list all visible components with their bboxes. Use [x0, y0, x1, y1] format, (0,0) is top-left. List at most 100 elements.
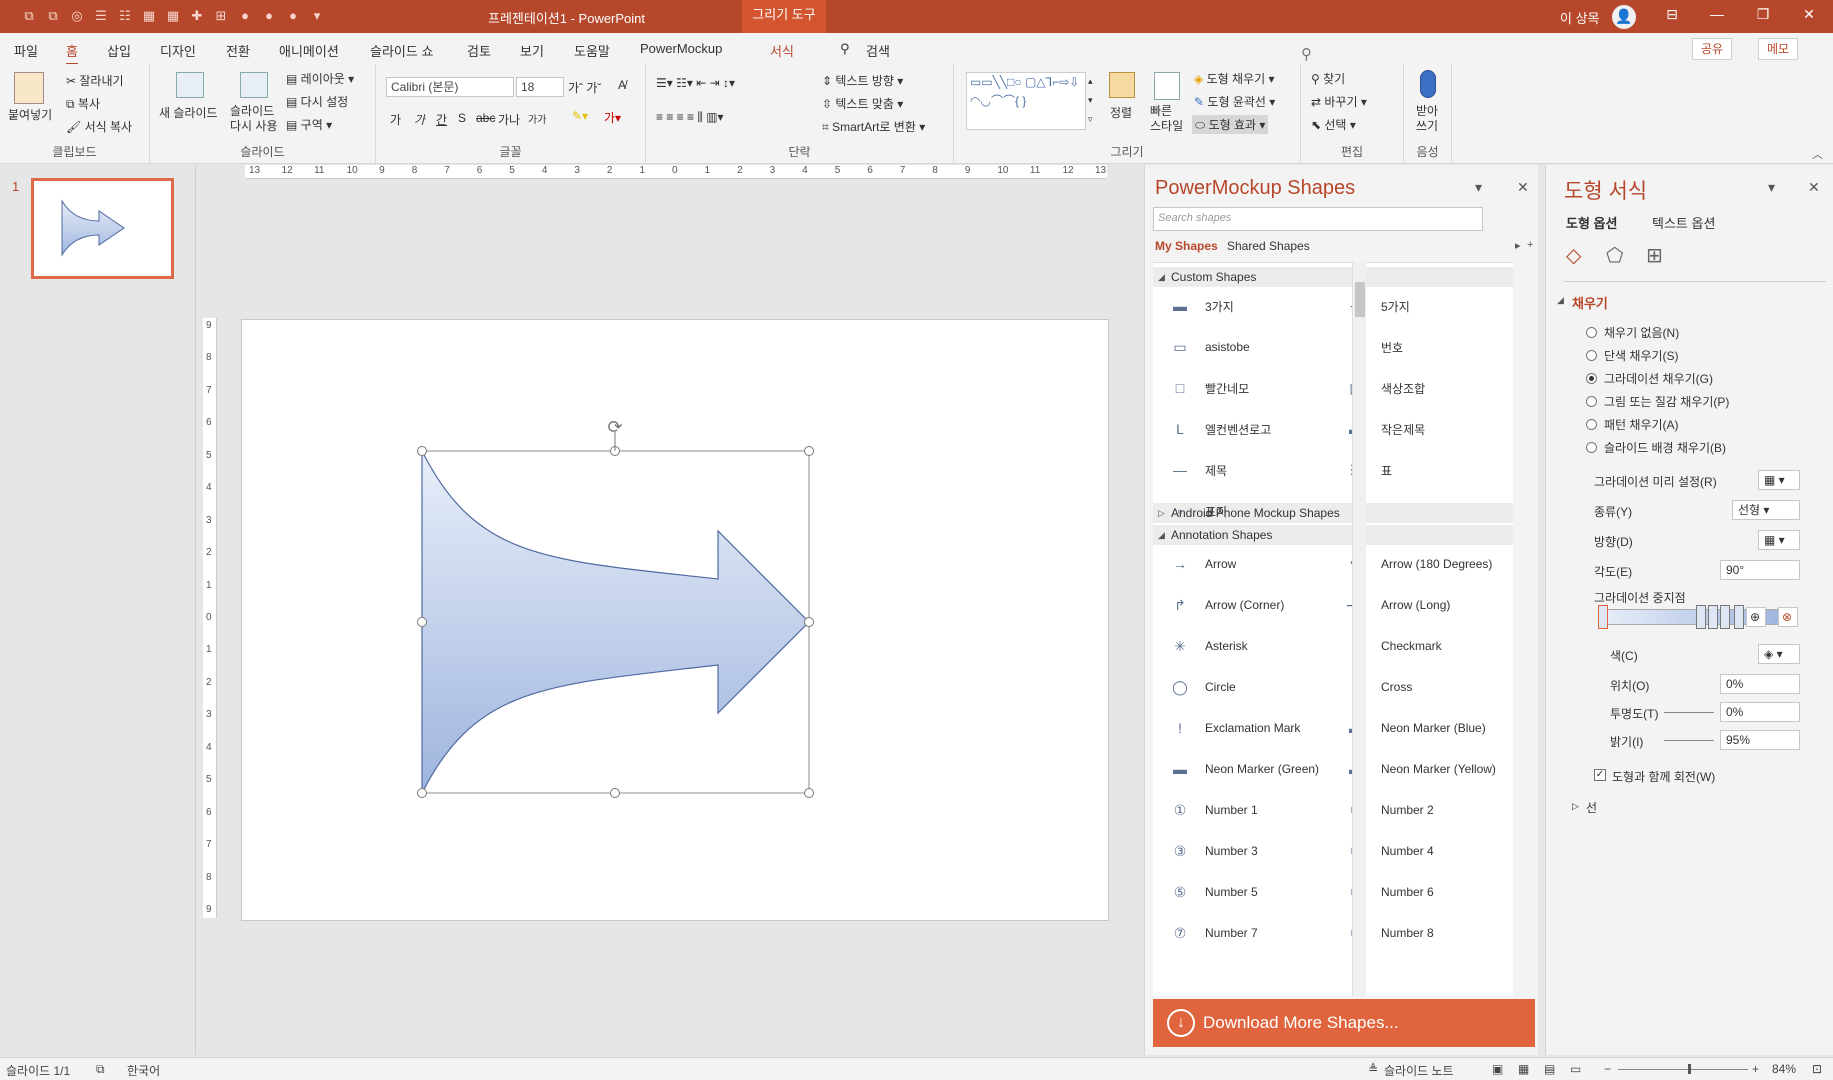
expand-icon[interactable]: ▷ — [1572, 801, 1579, 812]
notes-button[interactable]: 슬라이드 노트 — [1384, 1062, 1454, 1079]
layout-button[interactable]: ▤ 레이아웃 ▾ — [286, 70, 354, 87]
avatar[interactable]: 👤 — [1612, 5, 1636, 29]
gradient-stop[interactable] — [1708, 605, 1718, 629]
fill-option-radio[interactable]: 단색 채우기(S) — [1586, 346, 1679, 364]
customize-icon[interactable]: ▾ — [308, 8, 326, 24]
search-icon[interactable]: ⚲ — [1301, 45, 1312, 63]
minimize-icon[interactable]: — — [1697, 6, 1737, 22]
strike-button[interactable]: abc — [476, 111, 495, 125]
fill-line-icon[interactable]: ◇ — [1566, 243, 1581, 268]
align-icons[interactable]: ≡ ≡ ≡ ≡ ⫼ ▥▾ — [656, 110, 724, 125]
notes-icon[interactable]: ≜ — [1368, 1062, 1378, 1076]
effects-icon[interactable]: ⬠ — [1606, 243, 1623, 268]
shape-item[interactable]: ① Number 1 — [1163, 795, 1258, 825]
combine-icon[interactable]: ● — [284, 8, 302, 24]
position-input[interactable]: 0% — [1720, 674, 1800, 694]
tab-slideshow[interactable]: 슬라이드 쇼 — [370, 41, 433, 60]
slide-sorter-icon[interactable]: ▦ — [1518, 1062, 1529, 1076]
zoom-slider-thumb[interactable] — [1688, 1064, 1691, 1074]
copy-button[interactable]: ⧉ 복사 — [66, 95, 100, 112]
replace-button[interactable]: ⇄ 바꾸기 ▾ — [1311, 93, 1367, 110]
angle-input[interactable]: 90° — [1720, 560, 1800, 580]
slideshow-icon[interactable]: ▭ — [1570, 1062, 1581, 1076]
shapes-gallery[interactable]: ▭▭╲╲□○ ▢△⅂⌐⇨⇩ ◠◡⌒⌒{ } — [966, 72, 1086, 130]
gradient-stop[interactable] — [1734, 605, 1744, 629]
shape-item[interactable]: ✕Cross — [1339, 672, 1412, 702]
search-input[interactable]: Search shapes — [1153, 207, 1483, 231]
remove-stop-icon[interactable]: ⊗ — [1778, 607, 1798, 627]
bullets-icon[interactable]: ☰▾ ☷▾ ⇤ ⇥ ↕▾ — [656, 76, 735, 90]
zoom-slider[interactable] — [1618, 1069, 1748, 1070]
radio-button[interactable] — [1586, 326, 1597, 338]
shape-item[interactable]: ! Exclamation Mark — [1163, 713, 1300, 743]
tab-powermockup[interactable]: PowerMockup — [640, 41, 722, 56]
bold-button[interactable]: 가 — [390, 111, 401, 128]
shape-item[interactable]: ③ Number 3 — [1163, 836, 1258, 866]
tab-format[interactable]: 서식 — [770, 41, 794, 60]
shape-item[interactable]: ⑦ Number 7 — [1163, 918, 1258, 948]
rotate-handle-icon[interactable]: ⟳ — [607, 417, 622, 438]
resize-handle[interactable] — [804, 617, 814, 627]
shape-item[interactable]: ◯ Circle — [1163, 672, 1236, 702]
brightness-slider[interactable] — [1664, 740, 1714, 741]
spellcheck-icon[interactable]: ⧉ — [96, 1062, 105, 1077]
text-direction-button[interactable]: ⇕ 텍스트 방향 ▾ — [822, 72, 903, 89]
shape-fill-button[interactable]: ◈ 도형 채우기 ▾ — [1194, 70, 1274, 87]
shape-item[interactable]: → Arrow — [1163, 549, 1236, 579]
shape-item[interactable]: □ 빨간네모 — [1163, 373, 1249, 403]
tab-help[interactable]: 도움말 — [574, 41, 610, 60]
scrollbar-thumb[interactable] — [1355, 282, 1365, 317]
resize-handle[interactable] — [804, 788, 814, 798]
reading-view-icon[interactable]: ▤ — [1544, 1062, 1555, 1076]
shape-item[interactable]: ▬ 3가지 — [1163, 291, 1234, 321]
download-more-shapes-button[interactable]: ↓ Download More Shapes... — [1153, 999, 1535, 1047]
microphone-icon[interactable] — [1420, 70, 1436, 98]
numbers-icon[interactable]: ☷ — [116, 8, 134, 24]
case-button[interactable]: 가가 — [528, 111, 546, 126]
restore-icon[interactable]: ❐ — [1743, 6, 1783, 23]
zoom-in-icon[interactable]: + — [1752, 1062, 1759, 1076]
shapes-scrollbar[interactable] — [1352, 262, 1366, 996]
underline-button[interactable]: 간 — [436, 111, 447, 128]
spacing-button[interactable]: 가나 — [498, 111, 520, 128]
grid-icon[interactable]: ▦ — [164, 8, 182, 24]
shape-item[interactable]: ⑤ Number 5 — [1163, 877, 1258, 907]
fill-option-radio[interactable]: 채우기 없음(N) — [1586, 323, 1679, 341]
find-button[interactable]: ⚲ 찾기 — [1311, 70, 1345, 87]
size-properties-icon[interactable]: ⊞ — [1646, 243, 1663, 268]
smartart-button[interactable]: ⌗ SmartArt로 변환 ▾ — [822, 118, 925, 135]
quick-styles-icon[interactable] — [1154, 72, 1180, 100]
type-dropdown[interactable]: 선형 ▾ — [1732, 500, 1800, 520]
table-icon[interactable]: ▦ — [140, 8, 158, 24]
dictate-button[interactable]: 받아 쓰기 — [1416, 104, 1438, 134]
tab-my-shapes[interactable]: My Shapes — [1155, 239, 1218, 253]
fill-option-radio[interactable]: 슬라이드 배경 채우기(B) — [1586, 438, 1726, 456]
shape-item[interactable]: — 제목 — [1163, 455, 1227, 485]
color-dropdown[interactable]: ◈ ▾ — [1758, 644, 1800, 664]
reuse-slides-button[interactable]: 슬라이드 다시 사용 — [230, 104, 278, 134]
expand-arrow-icon[interactable]: ▸ — [1515, 239, 1521, 252]
add-icon[interactable]: + — [1527, 239, 1533, 251]
tab-transitions[interactable]: 전환 — [226, 41, 250, 60]
tab-home[interactable]: 홈 — [66, 41, 78, 65]
radio-button[interactable] — [1586, 372, 1597, 384]
shape-item[interactable]: ▫ 표지 — [1163, 496, 1228, 526]
select-button[interactable]: ⬉ 선택 ▾ — [1311, 116, 1356, 133]
arrow-shape[interactable] — [421, 450, 810, 794]
tab-shared-shapes[interactable]: Shared Shapes — [1227, 239, 1310, 253]
highlight-icon[interactable]: ✎▾ — [572, 109, 588, 123]
fill-option-radio[interactable]: 그림 또는 질감 채우기(P) — [1586, 392, 1729, 410]
search-icon[interactable]: ⚲ — [840, 41, 850, 57]
tab-design[interactable]: 디자인 — [160, 41, 196, 60]
font-color-icon[interactable]: 가▾ — [604, 109, 621, 126]
cut-button[interactable]: ✂ 잘라내기 — [66, 72, 124, 89]
memo-button[interactable]: 메모 — [1758, 38, 1799, 60]
collapse-icon[interactable]: ◢ — [1557, 295, 1564, 306]
brightness-input[interactable]: 95% — [1720, 730, 1800, 750]
language[interactable]: 한국어 — [127, 1062, 160, 1079]
radio-button[interactable] — [1586, 349, 1597, 361]
direction-dropdown[interactable]: ▦ ▾ — [1758, 530, 1800, 550]
shape-item[interactable]: 1번호 — [1339, 332, 1403, 362]
tab-shape-options[interactable]: 도형 옵션 — [1566, 213, 1617, 232]
arrange-button[interactable]: 정렬 — [1110, 104, 1132, 121]
